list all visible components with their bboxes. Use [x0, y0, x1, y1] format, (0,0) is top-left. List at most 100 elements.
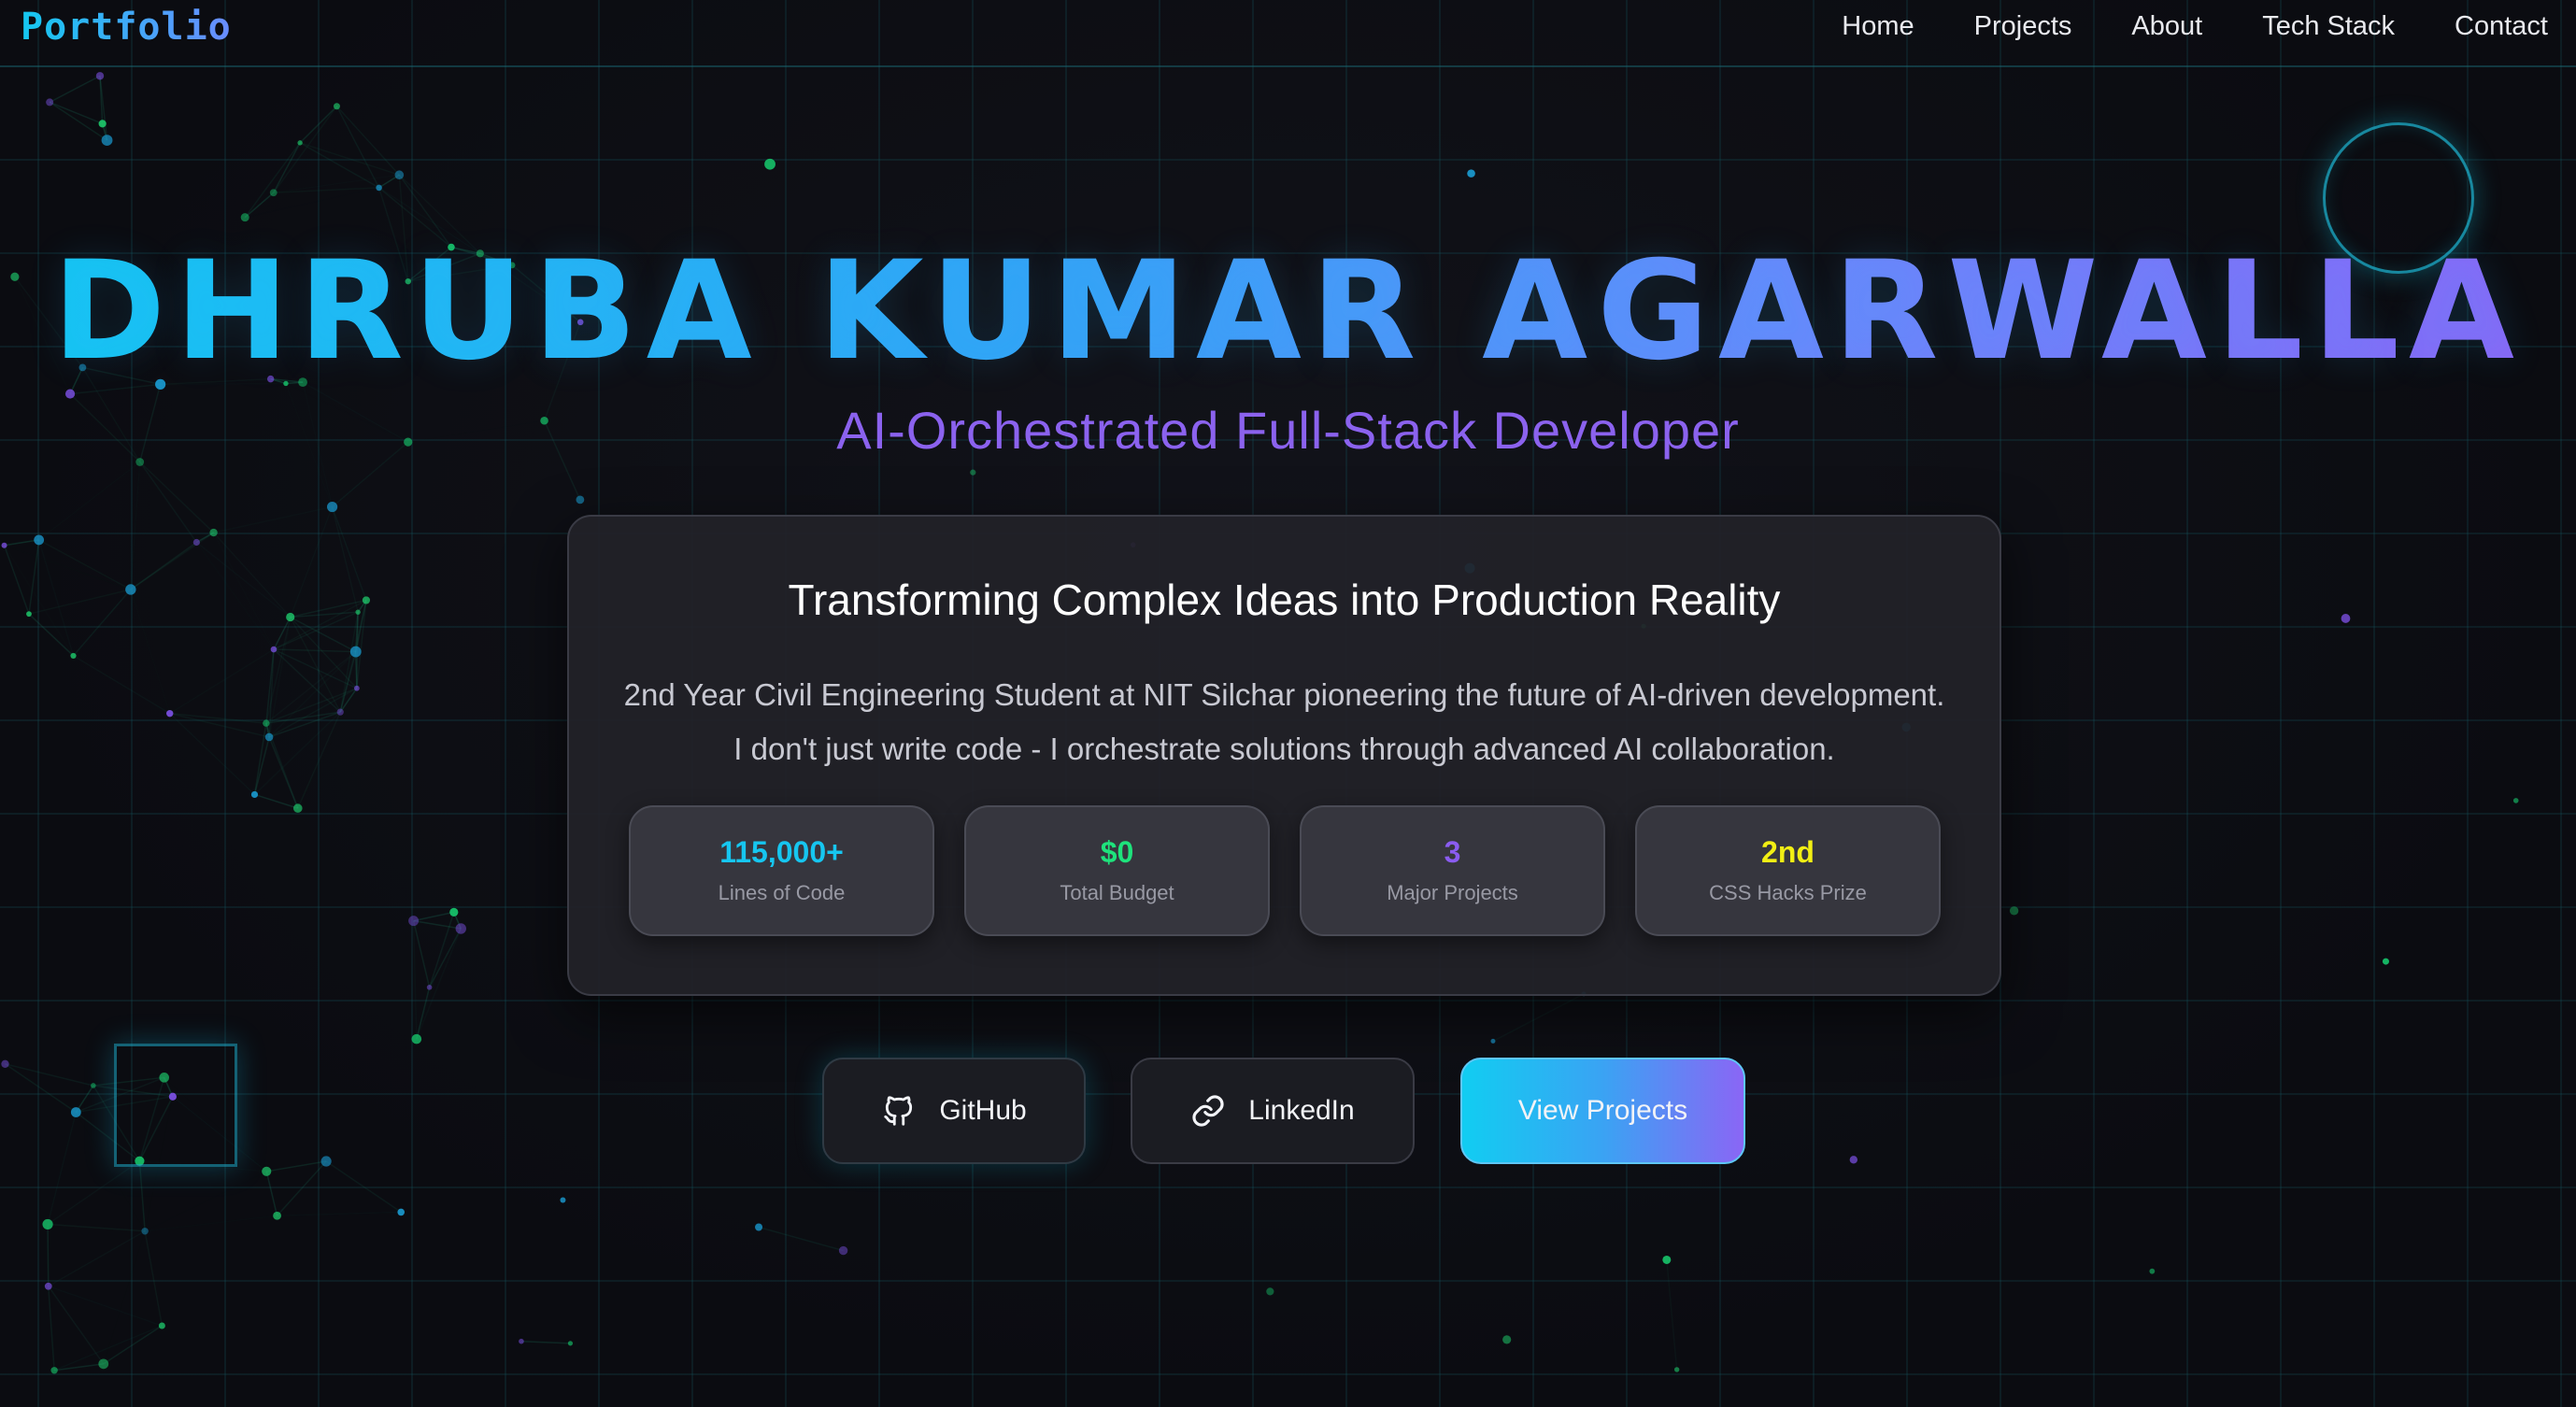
network-link: [5, 1063, 94, 1087]
network-node: [576, 495, 585, 505]
intro-description-line-1: 2nd Year Civil Engineering Student at NI…: [623, 677, 1945, 712]
network-node: [125, 584, 136, 595]
nav-link-tech-stack[interactable]: Tech Stack: [2262, 11, 2395, 42]
network-node: [1266, 1287, 1274, 1296]
network-link: [273, 106, 338, 193]
network-node: [141, 1228, 149, 1235]
network-link: [290, 506, 334, 618]
network-link: [214, 533, 274, 649]
network-node: [70, 652, 77, 660]
network-link: [48, 1286, 163, 1327]
nav-link-projects[interactable]: Projects: [1974, 11, 2072, 42]
site-logo[interactable]: Portfolio: [21, 6, 232, 49]
github-button[interactable]: GitHub: [822, 1058, 1086, 1164]
network-node: [353, 685, 360, 691]
network-node: [336, 708, 344, 716]
network-node: [42, 1218, 53, 1230]
network-link: [245, 188, 378, 218]
network-link: [28, 589, 132, 615]
network-link: [196, 542, 274, 649]
network-link: [214, 507, 333, 533]
network-node: [95, 72, 105, 80]
network-node: [1, 542, 7, 548]
network-node: [411, 1033, 422, 1045]
nav-link-home[interactable]: Home: [1842, 11, 1914, 42]
network-node: [26, 611, 32, 618]
network-link: [47, 1224, 50, 1286]
github-button-label: GitHub: [939, 1095, 1027, 1126]
stat-card-css-hacks-prize: 2nd CSS Hacks Prize: [1635, 805, 1941, 936]
network-node: [70, 1107, 81, 1117]
network-node: [262, 1166, 272, 1176]
network-link: [38, 539, 132, 590]
intro-card-description: 2nd Year Civil Engineering Student at NI…: [569, 668, 2000, 776]
linkedin-button-label: LinkedIn: [1248, 1095, 1355, 1126]
network-node: [264, 732, 274, 742]
network-node: [34, 534, 45, 546]
network-link: [48, 1286, 55, 1371]
network-link: [413, 911, 454, 922]
network-node: [1467, 169, 1475, 178]
network-node: [286, 612, 295, 622]
network-link: [73, 655, 171, 715]
linkedin-button[interactable]: LinkedIn: [1131, 1058, 1415, 1164]
nav-link-about[interactable]: About: [2131, 11, 2202, 42]
network-node: [355, 609, 361, 615]
nav-link-contact[interactable]: Contact: [2455, 11, 2548, 42]
network-link: [412, 920, 431, 988]
network-link: [244, 142, 301, 219]
network-node: [1502, 1335, 1512, 1344]
network-node: [764, 158, 776, 170]
network-node: [560, 1197, 566, 1203]
network-node: [2009, 906, 2019, 916]
network-link: [139, 462, 197, 543]
network-node: [98, 1358, 109, 1370]
network-node: [44, 1282, 52, 1290]
network-node: [250, 790, 259, 799]
network-node: [270, 646, 278, 653]
network-link: [213, 532, 292, 618]
network-node: [91, 1083, 96, 1088]
network-link: [4, 539, 39, 547]
network-link: [145, 1215, 277, 1231]
nav-links: Home Projects About Tech Stack Contact: [1842, 11, 2548, 42]
network-node: [408, 916, 420, 927]
network-link: [520, 1340, 571, 1344]
network-link: [49, 75, 101, 104]
stat-label: Lines of Code: [718, 881, 846, 904]
view-projects-button-label: View Projects: [1517, 1095, 1688, 1126]
network-node: [240, 213, 249, 222]
network-node: [2512, 798, 2519, 803]
network-link: [169, 713, 256, 795]
network-node: [263, 719, 270, 727]
network-link: [273, 648, 356, 653]
network-node: [1849, 1156, 1858, 1164]
stat-value: 115,000+: [719, 835, 844, 869]
network-link: [72, 589, 132, 657]
network-node: [333, 103, 340, 110]
network-link: [268, 711, 341, 738]
network-link: [145, 1172, 266, 1231]
network-link: [5, 1063, 77, 1114]
network-node: [2341, 614, 2351, 623]
network-link: [169, 712, 266, 724]
network-link: [254, 793, 298, 809]
network-link: [37, 539, 75, 657]
network-link: [48, 1223, 146, 1232]
network-node: [455, 923, 466, 934]
network-node: [320, 1156, 332, 1167]
stat-value: 2nd: [1761, 835, 1815, 869]
network-node: [158, 1322, 165, 1329]
network-link: [131, 590, 170, 714]
network-node: [98, 120, 107, 128]
view-projects-button[interactable]: View Projects: [1460, 1058, 1745, 1164]
network-node: [50, 1367, 58, 1374]
network-link: [298, 689, 357, 808]
stat-card-major-projects: 3 Major Projects: [1300, 805, 1605, 936]
stat-value: $0: [1100, 835, 1134, 869]
network-node: [397, 1208, 406, 1216]
network-link: [273, 648, 358, 689]
network-link: [195, 541, 292, 618]
network-node: [394, 170, 405, 180]
network-link: [5, 546, 131, 590]
